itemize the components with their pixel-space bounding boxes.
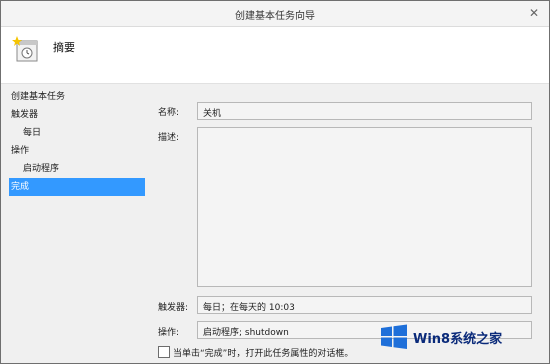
description-label: 描述: xyxy=(158,133,180,143)
nav-item-0[interactable]: 创建基本任务 xyxy=(9,88,145,106)
title-bar: 创建基本任务向导 ✕ xyxy=(1,1,549,27)
trigger-label: 触发器: xyxy=(158,303,189,313)
nav-item-5[interactable]: 完成 xyxy=(9,178,145,196)
page-title: 摘要 xyxy=(53,41,75,54)
open-properties-label: 当单击“完成”时，打开此任务属性的对话框。 xyxy=(173,349,354,359)
wizard-window: 创建基本任务向导 ✕ 摘要 创建基本任务 触发器 每日 操作 启动程序 完成 名称: 关机… xyxy=(0,0,550,364)
window-title: 创建基本任务向导 xyxy=(235,11,315,22)
name-field[interactable]: 关机 xyxy=(197,102,532,120)
wizard-header: 摘要 xyxy=(1,27,549,84)
watermark-text: Win8系统之家 xyxy=(413,332,503,347)
task-wizard-icon xyxy=(12,36,38,62)
description-field[interactable] xyxy=(197,127,532,287)
nav-item-4[interactable]: 启动程序 xyxy=(9,160,145,178)
close-button[interactable]: ✕ xyxy=(519,1,549,26)
nav-item-2[interactable]: 每日 xyxy=(9,124,145,142)
windows-logo-icon xyxy=(381,324,407,349)
open-properties-checkbox[interactable] xyxy=(158,346,170,358)
name-label: 名称: xyxy=(158,108,180,118)
nav-item-1[interactable]: 触发器 xyxy=(9,106,145,124)
wizard-steps-nav: 创建基本任务 触发器 每日 操作 启动程序 完成 xyxy=(9,88,145,196)
nav-item-3[interactable]: 操作 xyxy=(9,142,145,160)
trigger-field[interactable]: 每日；在每天的 10:03 xyxy=(197,296,532,314)
action-label: 操作: xyxy=(158,328,180,338)
